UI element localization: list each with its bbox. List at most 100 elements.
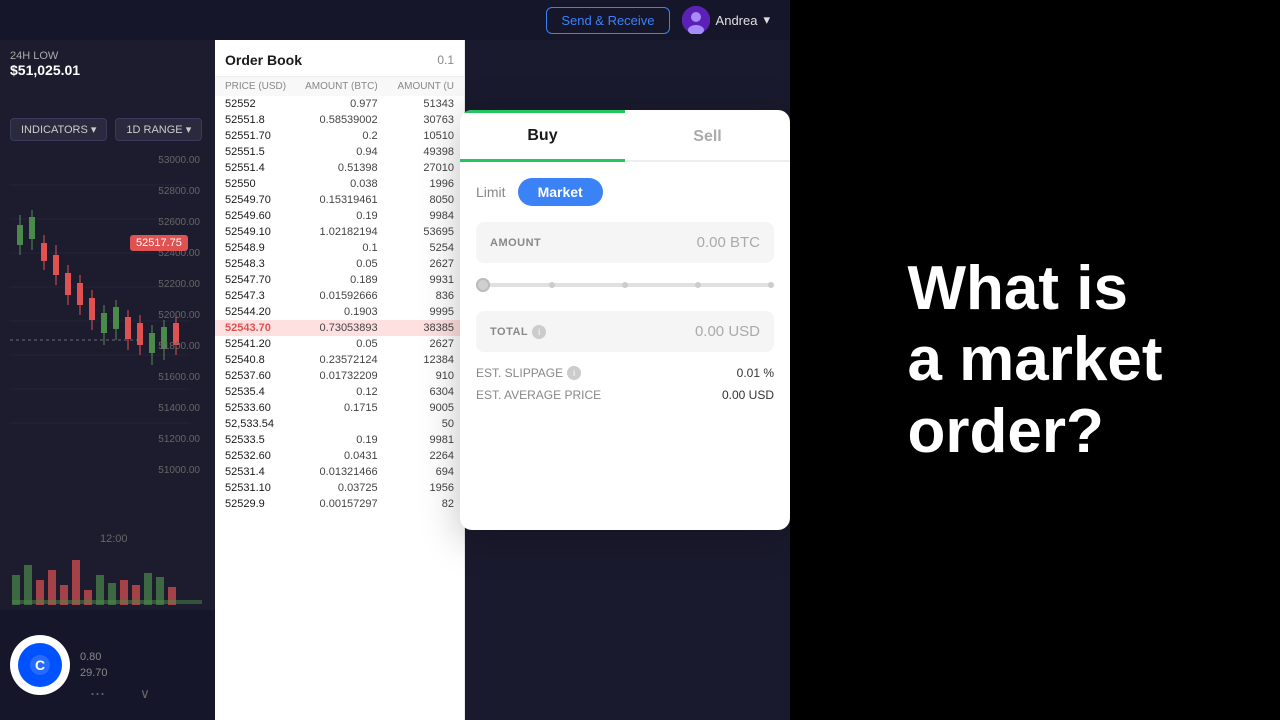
coinbase-logo: C — [10, 635, 70, 695]
slippage-info-icon[interactable]: i — [567, 366, 581, 380]
table-row[interactable]: 52551.4 0.51398 27010 — [215, 160, 464, 176]
order-book-spread: 0.1 — [437, 53, 454, 67]
table-row[interactable]: 52529.9 0.00157297 82 — [215, 496, 464, 512]
table-row[interactable]: 52551.70 0.2 10510 — [215, 128, 464, 144]
table-row[interactable]: 52549.60 0.19 9984 — [215, 208, 464, 224]
row-total: 49398 — [378, 146, 454, 158]
table-row[interactable]: 52,533.54 50 — [215, 416, 464, 432]
row-total: 1956 — [378, 482, 454, 494]
slider-dot — [695, 282, 701, 288]
table-row[interactable]: 52552 0.977 51343 — [215, 96, 464, 112]
total-label: TOTAL — [490, 326, 528, 338]
limit-label: Limit — [476, 184, 506, 200]
price-scale-item: 52600.00 — [158, 217, 200, 228]
row-price: 52547.3 — [225, 290, 301, 302]
indicators-button[interactable]: INDICATORS ▾ — [10, 118, 107, 141]
table-row[interactable]: 52535.4 0.12 6304 — [215, 384, 464, 400]
slider-track — [476, 283, 774, 287]
table-row[interactable]: 52531.4 0.01321466 694 — [215, 464, 464, 480]
row-total: 9981 — [378, 434, 454, 446]
coinbase-logo-svg: C — [18, 643, 62, 687]
row-total: 836 — [378, 290, 454, 302]
row-price: 52550 — [225, 178, 301, 190]
sell-tab[interactable]: Sell — [625, 113, 790, 160]
order-book-header: Order Book 0.1 — [215, 40, 464, 77]
price-scale-item: 51800.00 — [158, 341, 200, 352]
table-row[interactable]: 52548.3 0.05 2627 — [215, 256, 464, 272]
row-amount: 0.1903 — [301, 306, 377, 318]
row-price: 52532.60 — [225, 450, 301, 462]
row-amount: 0.19 — [301, 210, 377, 222]
total-info-icon[interactable]: i — [532, 325, 546, 339]
row-amount: 0.977 — [301, 98, 377, 110]
table-row[interactable]: 52537.60 0.01732209 910 — [215, 368, 464, 384]
table-row[interactable]: 52547.3 0.01592666 836 — [215, 288, 464, 304]
trading-panel: Send & Receive Andrea ▾ 24H LOW $51,025.… — [0, 0, 790, 720]
low-price: $51,025.01 — [10, 62, 80, 78]
price-scale-item: 51000.00 — [158, 465, 200, 476]
row-amount: 0.58539002 — [301, 114, 377, 126]
col-price: PRICE (USD) — [225, 81, 301, 92]
slider-thumb[interactable] — [476, 278, 490, 292]
table-row[interactable]: 52532.60 0.0431 2264 — [215, 448, 464, 464]
table-row[interactable]: 52544.20 0.1903 9995 — [215, 304, 464, 320]
row-total: 910 — [378, 370, 454, 382]
table-row[interactable]: 52549.70 0.15319461 8050 — [215, 192, 464, 208]
buy-sell-dialog: Buy Sell Limit Market AMOUNT 0.00 BTC — [460, 110, 790, 530]
table-row[interactable]: 52543.70 0.73053893 38385 — [215, 320, 464, 336]
table-row[interactable]: 52540.8 0.23572124 12384 — [215, 352, 464, 368]
table-row[interactable]: 52551.5 0.94 49398 — [215, 144, 464, 160]
range-button[interactable]: 1D RANGE ▾ — [115, 118, 202, 141]
row-amount: 0.0431 — [301, 450, 377, 462]
row-price: 52551.4 — [225, 162, 301, 174]
row-amount: 0.73053893 — [301, 322, 377, 334]
chevron-down-icon: ▾ — [763, 12, 770, 28]
row-amount: 0.038 — [301, 178, 377, 190]
slider-dot — [622, 282, 628, 288]
table-row[interactable]: 52531.10 0.03725 1956 — [215, 480, 464, 496]
table-row[interactable]: 52551.8 0.58539002 30763 — [215, 112, 464, 128]
table-row[interactable]: 52533.5 0.19 9981 — [215, 432, 464, 448]
table-row[interactable]: 52547.70 0.189 9931 — [215, 272, 464, 288]
row-total: 53695 — [378, 226, 454, 238]
price-scale-item: 52200.00 — [158, 279, 200, 290]
order-book: Order Book 0.1 PRICE (USD) AMOUNT (BTC) … — [215, 40, 465, 720]
price-scale: 53000.00 52800.00 52600.00 52400.00 5220… — [158, 155, 200, 496]
row-price: 52552 — [225, 98, 301, 110]
row-total: 10510 — [378, 130, 454, 142]
expand-button[interactable]: ∨ — [140, 686, 150, 702]
row-amount: 0.05 — [301, 338, 377, 350]
buy-tab[interactable]: Buy — [460, 113, 625, 162]
row-amount: 0.12 — [301, 386, 377, 398]
order-type-row: Limit Market — [476, 178, 774, 206]
amount-label: AMOUNT — [490, 237, 541, 249]
table-row[interactable]: 52533.60 0.1715 9005 — [215, 400, 464, 416]
order-book-rows: 52552 0.977 51343 52551.8 0.58539002 307… — [215, 96, 464, 512]
table-row[interactable]: 52549.10 1.02182194 53695 — [215, 224, 464, 240]
col-amount-usd: AMOUNT (U — [378, 81, 454, 92]
est-slippage-label: EST. SLIPPAGE i — [476, 366, 581, 380]
send-receive-button[interactable]: Send & Receive — [546, 7, 669, 34]
dialog-body: Limit Market AMOUNT 0.00 BTC — [460, 162, 790, 426]
row-price: 52549.60 — [225, 210, 301, 222]
row-total: 9984 — [378, 210, 454, 222]
amount-slider[interactable] — [476, 275, 774, 295]
row-total: 50 — [378, 418, 454, 430]
amount-box: AMOUNT 0.00 BTC — [476, 222, 774, 263]
row-total: 1996 — [378, 178, 454, 190]
est-slippage-value: 0.01 % — [737, 366, 774, 380]
row-total: 2627 — [378, 338, 454, 350]
market-button[interactable]: Market — [518, 178, 603, 206]
chart-controls: INDICATORS ▾ 1D RANGE ▾ — [10, 118, 202, 141]
user-menu[interactable]: Andrea ▾ — [682, 6, 770, 34]
table-row[interactable]: 52550 0.038 1996 — [215, 176, 464, 192]
row-price: 52533.5 — [225, 434, 301, 446]
avatar — [682, 6, 710, 34]
price-scale-item: 51400.00 — [158, 403, 200, 414]
more-button[interactable]: ... — [90, 679, 105, 700]
table-row[interactable]: 52541.20 0.05 2627 — [215, 336, 464, 352]
table-row[interactable]: 52548.9 0.1 5254 — [215, 240, 464, 256]
row-price: 52535.4 — [225, 386, 301, 398]
row-total: 5254 — [378, 242, 454, 254]
row-price: 52551.70 — [225, 130, 301, 142]
